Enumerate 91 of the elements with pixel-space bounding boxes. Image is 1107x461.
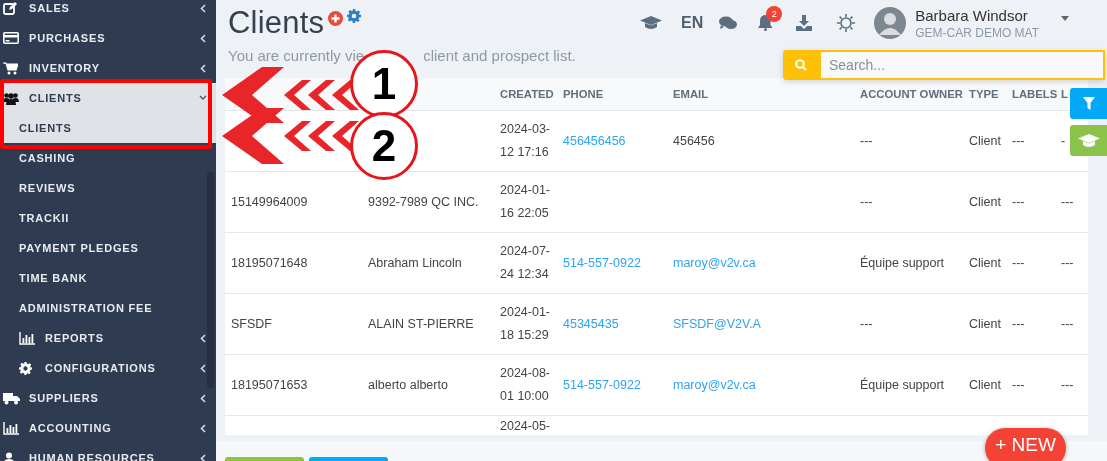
cart-icon xyxy=(3,61,18,75)
table-cell: --- xyxy=(860,133,873,148)
sidebar-item[interactable]: SALES xyxy=(0,0,216,23)
table-cell-text: 2024-01-18 15:29 xyxy=(500,304,552,344)
filter-icon xyxy=(1082,97,1095,110)
search-field[interactable]: Search... xyxy=(819,50,1105,80)
table-cell: 456456 xyxy=(673,133,715,148)
table-cell: --- xyxy=(1012,316,1025,331)
company-name: GEM-CAR DEMO MAT xyxy=(915,25,1039,40)
table-cell: --- xyxy=(860,194,873,209)
table-cell-text: 2024-07-24 12:34 xyxy=(500,243,552,283)
download-icon[interactable] xyxy=(796,15,813,31)
sidebar-item[interactable]: REPORTS xyxy=(0,323,216,353)
person-icon xyxy=(3,451,15,461)
new-button[interactable]: + NEW xyxy=(985,428,1066,461)
table-cell: 18195071653 xyxy=(231,377,308,392)
sidebar-item[interactable]: TIME BANK xyxy=(0,263,216,293)
add-icon[interactable] xyxy=(328,11,344,26)
chevron-left-icon xyxy=(200,453,206,461)
sidebar-item[interactable]: CONFIGURATIONS xyxy=(0,353,216,383)
avatar-icon[interactable] xyxy=(874,7,907,39)
page-title: Clients xyxy=(228,5,325,41)
sidebar-item[interactable]: PAYMENT PLEDGES xyxy=(0,233,216,263)
scrollbar[interactable] xyxy=(207,172,214,388)
users-icon xyxy=(3,91,19,105)
column-header[interactable]: EMAIL xyxy=(673,88,709,100)
table-cell: 15149964009 xyxy=(231,194,308,209)
table-cell: Équipe support xyxy=(860,255,945,270)
sidebar-item[interactable]: CASHING xyxy=(0,143,216,173)
chevron-left-icon xyxy=(200,363,206,373)
sidebar-item[interactable]: INVENTORY xyxy=(0,53,216,83)
sidebar-item[interactable]: REVIEWS xyxy=(0,173,216,203)
credit-card-icon xyxy=(3,32,19,44)
table-cell: 9392-7989 QC INC. xyxy=(368,194,479,209)
table-cell: Équipe support xyxy=(860,377,945,392)
chevron-left-icon xyxy=(200,33,206,43)
chevron-left-icon xyxy=(200,333,206,343)
sidebar-item[interactable]: SUPPLIERS xyxy=(0,383,216,413)
table-cell: Abraham Lincoln xyxy=(368,255,462,270)
table-cell: alberto alberto xyxy=(368,377,448,392)
chevron-left-icon xyxy=(200,423,206,433)
search-icon xyxy=(795,59,807,71)
table-cell-text: 2024-08-01 10:00 xyxy=(500,365,552,405)
table-cell: --- xyxy=(1012,377,1025,392)
table-cell-text: 2024-05- xyxy=(500,419,552,433)
table-cell: --- xyxy=(1012,255,1025,270)
bar-chart-icon xyxy=(3,421,19,435)
gear-icon xyxy=(19,361,32,375)
sidebar-item[interactable]: PURCHASES xyxy=(0,23,216,53)
table-cell: Client xyxy=(969,377,1001,392)
column-header[interactable]: PHONE xyxy=(563,88,604,100)
table-cell: Client xyxy=(969,133,1001,148)
table-cell: Client xyxy=(969,316,1001,331)
table-cell: --- xyxy=(860,316,873,331)
sidebar-item[interactable]: ADMINISTRATION FEE xyxy=(0,293,216,323)
graduation-cap-icon[interactable] xyxy=(640,16,662,30)
table-cell: ALAIN ST-PIERRE xyxy=(368,316,474,331)
graduation-cap-icon xyxy=(1077,133,1100,148)
column-header[interactable]: L xyxy=(1061,88,1068,100)
table-cell: Client xyxy=(969,194,1001,209)
chevron-down-icon xyxy=(199,95,207,101)
table-cell: --- xyxy=(1012,133,1025,148)
training-button[interactable] xyxy=(1070,125,1107,156)
user-name: Barbara Windsor xyxy=(915,6,1029,24)
filter-button[interactable] xyxy=(1070,88,1107,119)
table-cell: SFSDF xyxy=(231,316,272,331)
bar-chart-icon xyxy=(19,331,35,345)
table-cell-text: 2024-03-12 17:16 xyxy=(500,121,552,161)
sun-icon[interactable] xyxy=(837,14,856,32)
table-cell: --- xyxy=(1061,255,1074,270)
page-subtitle: client and prospect list. xyxy=(423,47,576,64)
chat-icon[interactable] xyxy=(719,16,738,30)
sidebar-item[interactable]: TRACKII xyxy=(0,203,216,233)
table-cell: Client xyxy=(969,255,1001,270)
settings-icon[interactable] xyxy=(347,9,362,23)
language-selector[interactable]: EN xyxy=(681,14,704,32)
chevron-left-icon xyxy=(200,63,206,73)
table-cell-text: 2024-01-16 22:05 xyxy=(500,182,552,222)
sidebar-item[interactable]: ACCOUNTING xyxy=(0,413,216,443)
notification-badge: 2 xyxy=(766,6,783,22)
caret-icon[interactable] xyxy=(1061,15,1069,21)
table-cell: --- xyxy=(1061,194,1074,209)
edit-icon xyxy=(3,1,17,15)
chevron-left-icon xyxy=(200,393,206,403)
table-cell: --- xyxy=(1061,316,1074,331)
truck-icon xyxy=(3,391,20,405)
table-cell: --- xyxy=(1061,377,1074,392)
table-cell: --- xyxy=(1012,194,1025,209)
chevron-left-icon xyxy=(200,3,206,13)
table-cell: 18195071648 xyxy=(231,255,308,270)
table-cell: - xyxy=(1061,133,1066,148)
